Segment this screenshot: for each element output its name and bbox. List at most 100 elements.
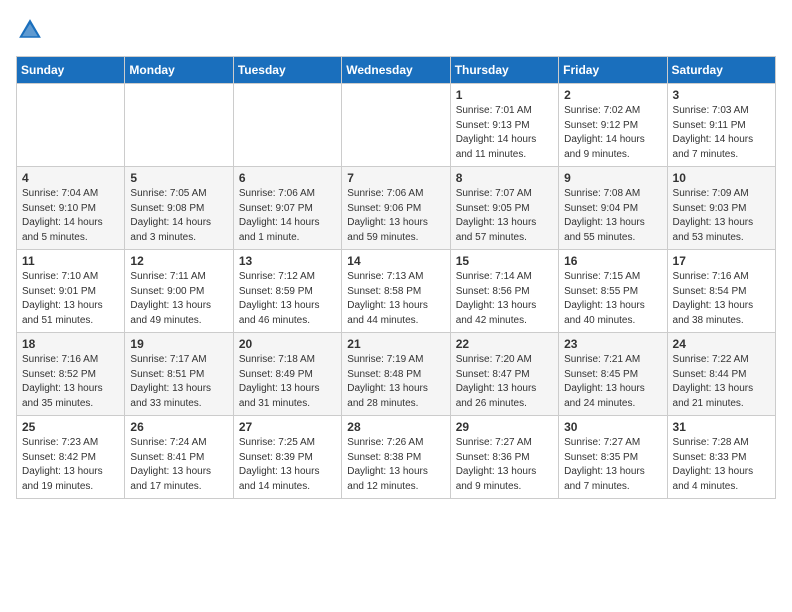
calendar-header: SundayMondayTuesdayWednesdayThursdayFrid…	[17, 57, 776, 84]
table-cell: 24 Sunrise: 7:22 AMSunset: 8:44 PMDayligh…	[667, 333, 775, 416]
day-number: 22	[456, 337, 553, 351]
table-cell	[125, 84, 233, 167]
table-cell: 4 Sunrise: 7:04 AMSunset: 9:10 PMDaylight…	[17, 167, 125, 250]
table-cell: 10 Sunrise: 7:09 AMSunset: 9:03 PMDayligh…	[667, 167, 775, 250]
day-info: Sunrise: 7:07 AMSunset: 9:05 PMDaylight:…	[456, 187, 553, 245]
day-info: Sunrise: 7:12 AMSunset: 8:59 PMDaylight:…	[239, 270, 336, 328]
day-info: Sunrise: 7:14 AMSunset: 8:56 PMDaylight:…	[456, 270, 553, 328]
week-row-3: 11Sunrise: 7:10 AMSunset: 9:01 PMDayligh…	[17, 250, 776, 333]
day-info: Sunrise: 7:24 AMSunset: 8:41 PMDaylight:…	[130, 436, 227, 494]
day-number: 31	[673, 420, 770, 434]
day-info: Sunrise: 7:06 AMSunset: 9:07 PMDaylight:…	[239, 187, 336, 245]
week-row-4: 18Sunrise: 7:16 AMSunset: 8:52 PMDayligh…	[17, 333, 776, 416]
day-info: Sunrise: 7:02 AMSunset: 9:12 PMDaylight:…	[564, 104, 661, 162]
week-row-1: 1 Sunrise: 7:01 AMSunset: 9:13 PMDaylight…	[17, 84, 776, 167]
day-info: Sunrise: 7:26 AMSunset: 8:38 PMDaylight:…	[347, 436, 444, 494]
table-cell: 3 Sunrise: 7:03 AMSunset: 9:11 PMDaylight…	[667, 84, 775, 167]
day-number: 1	[456, 88, 553, 102]
day-info: Sunrise: 7:01 AMSunset: 9:13 PMDaylight:…	[456, 104, 553, 162]
table-cell: 18Sunrise: 7:16 AMSunset: 8:52 PMDayligh…	[17, 333, 125, 416]
table-cell: 9Sunrise: 7:08 AMSunset: 9:04 PMDaylight…	[559, 167, 667, 250]
table-cell: 21Sunrise: 7:19 AMSunset: 8:48 PMDayligh…	[342, 333, 450, 416]
day-number: 21	[347, 337, 444, 351]
table-cell: 19Sunrise: 7:17 AMSunset: 8:51 PMDayligh…	[125, 333, 233, 416]
day-number: 6	[239, 171, 336, 185]
day-info: Sunrise: 7:27 AMSunset: 8:35 PMDaylight:…	[564, 436, 661, 494]
header-row: SundayMondayTuesdayWednesdayThursdayFrid…	[17, 57, 776, 84]
table-cell: 14Sunrise: 7:13 AMSunset: 8:58 PMDayligh…	[342, 250, 450, 333]
day-number: 3	[673, 88, 770, 102]
header-sunday: Sunday	[17, 57, 125, 84]
table-cell	[17, 84, 125, 167]
table-cell: 25Sunrise: 7:23 AMSunset: 8:42 PMDayligh…	[17, 416, 125, 499]
day-number: 14	[347, 254, 444, 268]
day-number: 7	[347, 171, 444, 185]
table-cell: 12 Sunrise: 7:11 AMSunset: 9:00 PMDayligh…	[125, 250, 233, 333]
table-cell: 11Sunrise: 7:10 AMSunset: 9:01 PMDayligh…	[17, 250, 125, 333]
day-info: Sunrise: 7:20 AMSunset: 8:47 PMDaylight:…	[456, 353, 553, 411]
day-number: 23	[564, 337, 661, 351]
table-cell: 7 Sunrise: 7:06 AMSunset: 9:06 PMDaylight…	[342, 167, 450, 250]
day-number: 5	[130, 171, 227, 185]
day-number: 8	[456, 171, 553, 185]
table-cell: 20 Sunrise: 7:18 AMSunset: 8:49 PMDayligh…	[233, 333, 341, 416]
day-number: 15	[456, 254, 553, 268]
table-cell	[342, 84, 450, 167]
day-number: 18	[22, 337, 119, 351]
header-wednesday: Wednesday	[342, 57, 450, 84]
day-info: Sunrise: 7:25 AMSunset: 8:39 PMDaylight:…	[239, 436, 336, 494]
table-cell: 26 Sunrise: 7:24 AMSunset: 8:41 PMDayligh…	[125, 416, 233, 499]
day-number: 26	[130, 420, 227, 434]
table-cell: 2 Sunrise: 7:02 AMSunset: 9:12 PMDaylight…	[559, 84, 667, 167]
table-cell: 13 Sunrise: 7:12 AMSunset: 8:59 PMDayligh…	[233, 250, 341, 333]
day-number: 25	[22, 420, 119, 434]
logo	[16, 16, 48, 44]
day-number: 28	[347, 420, 444, 434]
day-info: Sunrise: 7:17 AMSunset: 8:51 PMDaylight:…	[130, 353, 227, 411]
week-row-2: 4 Sunrise: 7:04 AMSunset: 9:10 PMDaylight…	[17, 167, 776, 250]
day-info: Sunrise: 7:21 AMSunset: 8:45 PMDaylight:…	[564, 353, 661, 411]
day-number: 27	[239, 420, 336, 434]
table-cell: 22 Sunrise: 7:20 AMSunset: 8:47 PMDayligh…	[450, 333, 558, 416]
day-number: 24	[673, 337, 770, 351]
header-thursday: Thursday	[450, 57, 558, 84]
day-info: Sunrise: 7:09 AMSunset: 9:03 PMDaylight:…	[673, 187, 770, 245]
table-cell: 28 Sunrise: 7:26 AMSunset: 8:38 PMDayligh…	[342, 416, 450, 499]
header-saturday: Saturday	[667, 57, 775, 84]
day-info: Sunrise: 7:06 AMSunset: 9:06 PMDaylight:…	[347, 187, 444, 245]
logo-icon	[16, 16, 44, 44]
day-number: 10	[673, 171, 770, 185]
day-info: Sunrise: 7:10 AMSunset: 9:01 PMDaylight:…	[22, 270, 119, 328]
table-cell: 16Sunrise: 7:15 AMSunset: 8:55 PMDayligh…	[559, 250, 667, 333]
day-number: 30	[564, 420, 661, 434]
day-info: Sunrise: 7:22 AMSunset: 8:44 PMDaylight:…	[673, 353, 770, 411]
day-info: Sunrise: 7:11 AMSunset: 9:00 PMDaylight:…	[130, 270, 227, 328]
header-tuesday: Tuesday	[233, 57, 341, 84]
table-cell: 17Sunrise: 7:16 AMSunset: 8:54 PMDayligh…	[667, 250, 775, 333]
day-number: 4	[22, 171, 119, 185]
day-number: 17	[673, 254, 770, 268]
calendar-body: 1 Sunrise: 7:01 AMSunset: 9:13 PMDaylight…	[17, 84, 776, 499]
day-number: 2	[564, 88, 661, 102]
day-info: Sunrise: 7:05 AMSunset: 9:08 PMDaylight:…	[130, 187, 227, 245]
day-info: Sunrise: 7:04 AMSunset: 9:10 PMDaylight:…	[22, 187, 119, 245]
day-number: 20	[239, 337, 336, 351]
table-cell	[233, 84, 341, 167]
day-number: 29	[456, 420, 553, 434]
table-cell: 1 Sunrise: 7:01 AMSunset: 9:13 PMDaylight…	[450, 84, 558, 167]
table-cell: 8 Sunrise: 7:07 AMSunset: 9:05 PMDaylight…	[450, 167, 558, 250]
day-info: Sunrise: 7:15 AMSunset: 8:55 PMDaylight:…	[564, 270, 661, 328]
header-monday: Monday	[125, 57, 233, 84]
day-number: 13	[239, 254, 336, 268]
table-cell: 30 Sunrise: 7:27 AMSunset: 8:35 PMDayligh…	[559, 416, 667, 499]
table-cell: 5 Sunrise: 7:05 AMSunset: 9:08 PMDaylight…	[125, 167, 233, 250]
day-info: Sunrise: 7:08 AMSunset: 9:04 PMDaylight:…	[564, 187, 661, 245]
table-cell: 29Sunrise: 7:27 AMSunset: 8:36 PMDayligh…	[450, 416, 558, 499]
day-info: Sunrise: 7:28 AMSunset: 8:33 PMDaylight:…	[673, 436, 770, 494]
table-cell: 31 Sunrise: 7:28 AMSunset: 8:33 PMDayligh…	[667, 416, 775, 499]
day-number: 12	[130, 254, 227, 268]
header-friday: Friday	[559, 57, 667, 84]
table-cell: 6 Sunrise: 7:06 AMSunset: 9:07 PMDaylight…	[233, 167, 341, 250]
day-info: Sunrise: 7:03 AMSunset: 9:11 PMDaylight:…	[673, 104, 770, 162]
day-info: Sunrise: 7:18 AMSunset: 8:49 PMDaylight:…	[239, 353, 336, 411]
